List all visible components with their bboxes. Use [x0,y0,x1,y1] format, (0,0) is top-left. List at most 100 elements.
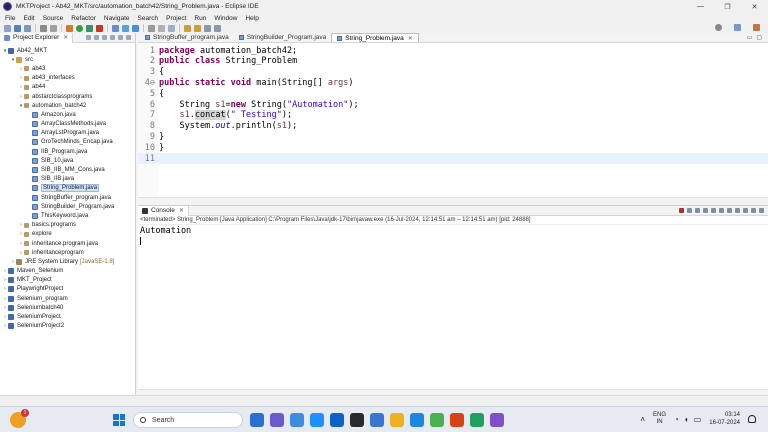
java-perspective-icon[interactable] [753,24,760,31]
tree-item[interactable]: › JRE System Library [JavaSE-1.8] [0,257,135,266]
editor-horizontal-scrollbar[interactable] [138,197,768,203]
maximize-view-icon[interactable] [759,208,764,213]
tree-item[interactable]: SIB_10.java [0,156,135,165]
open-task-icon[interactable] [158,24,165,32]
tree-item[interactable]: › Selenium_program [0,294,135,303]
tree-item[interactable]: › abstarctclassprograms [0,92,135,101]
tree-item[interactable]: ArrayLstProgram.java [0,129,135,138]
menu-help[interactable]: Help [241,15,262,22]
maximize-view-icon[interactable] [126,35,131,40]
menu-run[interactable]: Run [190,15,210,22]
weather-widget-icon[interactable]: 1 [10,409,29,428]
taskbar-app-icon[interactable] [350,413,364,427]
tree-item[interactable]: › explore [0,230,135,239]
new-package-icon[interactable] [122,24,129,32]
taskbar-app-icon[interactable] [490,413,504,427]
show-hidden-icons-icon[interactable]: ˄ [640,415,645,424]
taskbar-search[interactable]: Search [133,412,243,428]
remove-all-icon[interactable] [695,208,700,213]
skip-breakpoints-icon[interactable] [50,24,57,32]
new-class-icon[interactable] [132,24,139,32]
menu-window[interactable]: Window [210,15,241,22]
menu-refactor[interactable]: Refactor [67,15,100,22]
taskbar-app-icon[interactable] [470,413,484,427]
maximize-editor-icon[interactable]: ▢ [756,34,762,41]
tree-item[interactable]: SIB_IIB_MM_Cons.java [0,165,135,174]
tree-item[interactable]: IIB_Program.java [0,147,135,156]
menu-search[interactable]: Search [134,15,163,22]
menu-source[interactable]: Source [39,15,68,22]
tree-item[interactable]: › inheritanceprogram [0,248,135,257]
tree-item[interactable]: StringBuilder_Program.java [0,202,135,211]
wifi-icon[interactable]: ◔ [674,415,679,424]
debug-icon[interactable] [66,24,73,32]
tree-item[interactable]: GroTechMinds_Encap.java [0,138,135,147]
close-tab-icon[interactable]: ✕ [408,35,413,42]
menu-project[interactable]: Project [162,15,190,22]
close-icon[interactable]: ✕ [63,34,68,41]
tree-item[interactable]: › ab44 [0,83,135,92]
tree-item[interactable]: › ab43 [0,64,135,73]
taskbar-app-icon[interactable] [450,413,464,427]
menu-file[interactable]: File [0,15,19,22]
tab-stringbuilder-program[interactable]: StringBuilder_Program.java [234,33,331,42]
save-all-icon[interactable] [24,24,31,32]
open-type-icon[interactable] [148,24,155,32]
minimize-view-icon[interactable] [751,208,756,213]
taskbar-app-icon[interactable] [250,413,264,427]
tree-item[interactable]: Amazon.java [0,110,135,119]
external-tools-icon[interactable] [96,24,103,32]
tree-item[interactable]: › basics.programs [0,221,135,230]
tab-console[interactable]: Console ✕ [138,205,189,216]
perspective-icon[interactable] [734,24,741,31]
remove-launch-icon[interactable] [687,208,692,213]
close-button[interactable]: ✕ [741,0,768,13]
code-text-area[interactable]: 1 package automation_batch42; 2 public clas… [138,43,768,203]
terminate-icon[interactable] [679,208,684,213]
new-java-project-icon[interactable] [112,24,119,32]
run-icon[interactable] [76,24,83,32]
forward-icon[interactable] [214,24,221,32]
terminal-icon[interactable] [40,24,47,32]
filter-icon[interactable] [102,35,107,40]
new-icon[interactable] [4,24,11,32]
tree-item[interactable]: ▾ automation_batch42 [0,101,135,110]
minimize-view-icon[interactable] [118,35,123,40]
notifications-icon[interactable] [748,415,756,423]
tab-string-problem[interactable]: String_Problem.java ✕ [331,33,419,42]
taskbar-app-icon[interactable] [270,413,284,427]
maximize-button[interactable]: ❐ [714,0,741,13]
open-console-icon[interactable] [743,208,748,213]
tree-item[interactable]: ThisKeyword.java [0,211,135,220]
menu-edit[interactable]: Edit [19,15,38,22]
tree-item[interactable]: › ab43_interfaces [0,74,135,83]
tree-item[interactable]: StringBuffer_program.java [0,193,135,202]
tree-item[interactable]: SIB_IIB.java [0,175,135,184]
battery-icon[interactable]: ▭ [694,415,702,424]
tree-item[interactable]: ArrayClassMethods.java [0,120,135,129]
tree-item[interactable]: ▾ src [0,55,135,64]
coverage-icon[interactable] [86,24,93,32]
clock[interactable]: 03:14 16-07-2024 [709,411,740,427]
taskbar-app-icon[interactable] [370,413,384,427]
tree-item[interactable]: ▾ Ab42_MKT [0,46,135,55]
back-icon[interactable] [204,24,211,32]
collapse-all-icon[interactable] [86,35,91,40]
search-icon[interactable] [715,24,722,31]
tree-item[interactable]: › SeleniumProject [0,312,135,321]
annotation-next-icon[interactable] [184,24,191,32]
tree-item[interactable]: › inheritance.program.java [0,239,135,248]
language-indicator[interactable]: ENG IN [653,412,666,426]
annotation-prev-icon[interactable] [194,24,201,32]
minimize-button[interactable]: — [687,0,714,13]
tab-stringbuffer-program[interactable]: StringBuffer_program.java [140,33,234,42]
tree-item[interactable]: String_Problem.java [0,184,135,193]
tab-project-explorer[interactable]: Project Explorer ✕ [0,32,74,43]
start-button[interactable] [113,414,125,426]
menu-navigate[interactable]: Navigate [100,15,134,22]
tree-item[interactable]: › Seleniumbatch40 [0,303,135,312]
taskbar-app-icon[interactable] [410,413,424,427]
console-output[interactable]: Automation [138,225,768,236]
save-icon[interactable] [14,24,21,32]
volume-icon[interactable]: ◖ [684,415,689,424]
